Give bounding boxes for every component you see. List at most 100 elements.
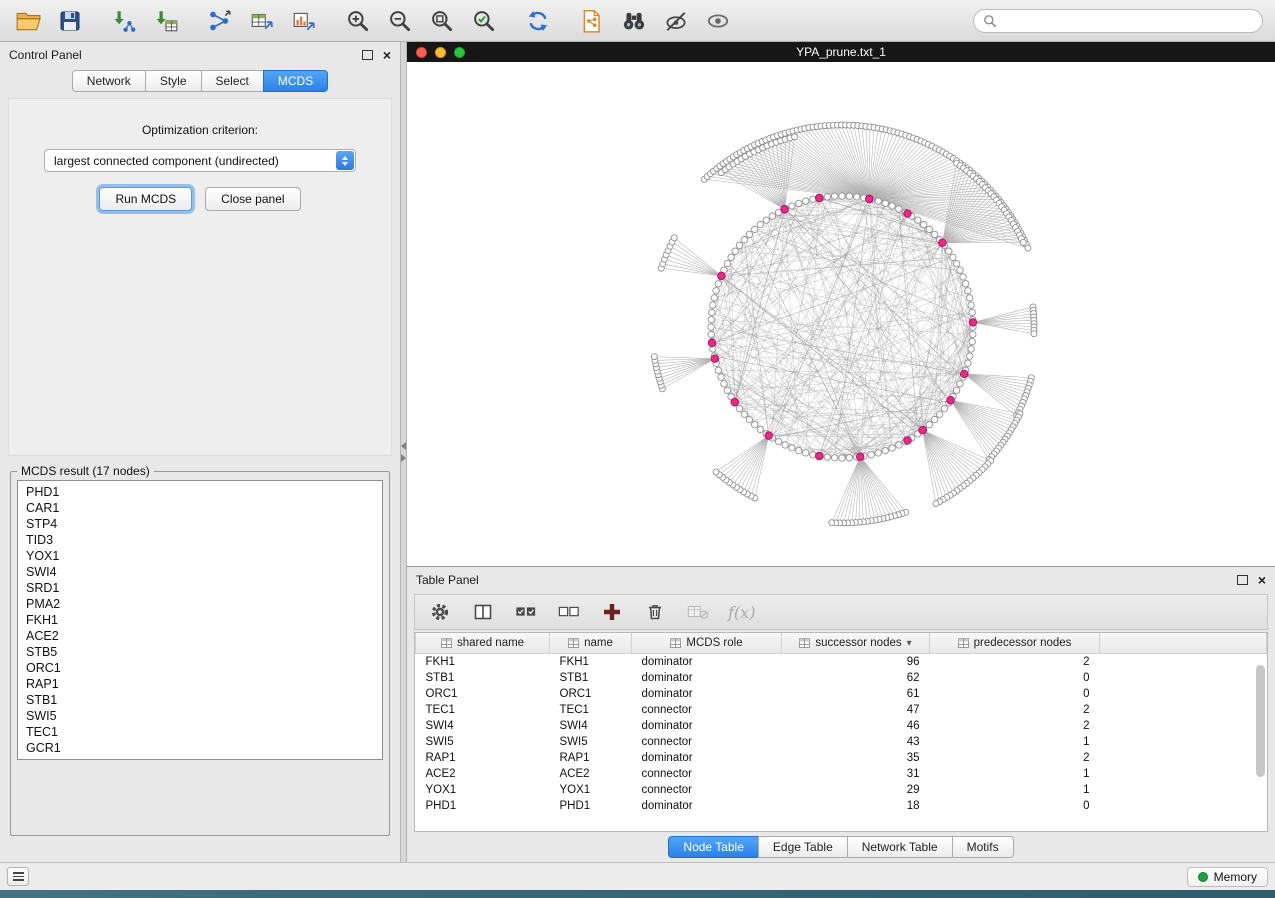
- find-button[interactable]: [618, 5, 650, 37]
- control-panel-tab[interactable]: Select: [201, 70, 264, 92]
- task-history-button[interactable]: [7, 867, 29, 886]
- cell-successor-nodes[interactable]: 31: [782, 766, 930, 782]
- mcds-result-item[interactable]: SWI4: [26, 564, 374, 580]
- scrollbar-thumb[interactable]: [1256, 665, 1265, 777]
- mcds-result-item[interactable]: STB1: [26, 692, 374, 708]
- panel-splitter[interactable]: [400, 42, 407, 862]
- close-panel-button[interactable]: Close panel: [205, 187, 300, 211]
- mcds-result-item[interactable]: STB5: [26, 644, 374, 660]
- cell-successor-nodes[interactable]: 62: [782, 670, 930, 686]
- cell-shared-name[interactable]: YOX1: [416, 782, 550, 798]
- cell-name[interactable]: SWI4: [550, 718, 632, 734]
- mcds-result-item[interactable]: RAP1: [26, 676, 374, 692]
- cell-predecessor-nodes[interactable]: 0: [930, 670, 1100, 686]
- cell-shared-name[interactable]: SWI5: [416, 734, 550, 750]
- open-file-button[interactable]: [12, 5, 44, 37]
- mcds-result-item[interactable]: SRD1: [26, 580, 374, 596]
- table-tab[interactable]: Network Table: [847, 836, 953, 858]
- cell-name[interactable]: RAP1: [550, 750, 632, 766]
- window-close-button[interactable]: [416, 47, 427, 58]
- table-row[interactable]: TEC1 TEC1 connector 47 2: [416, 702, 1267, 718]
- criterion-select[interactable]: largest connected component (undirected): [44, 149, 356, 172]
- export-table-button[interactable]: [246, 5, 278, 37]
- close-table-panel-icon[interactable]: ×: [1258, 573, 1266, 587]
- control-panel-tab[interactable]: Style: [145, 70, 202, 92]
- cell-shared-name[interactable]: FKH1: [416, 654, 550, 671]
- select-all-button[interactable]: [513, 599, 539, 625]
- cell-predecessor-nodes[interactable]: 1: [930, 782, 1100, 798]
- mcds-result-item[interactable]: TID3: [26, 532, 374, 548]
- collapse-right-icon[interactable]: [401, 454, 406, 462]
- table-scrollbar[interactable]: [1256, 657, 1265, 827]
- mcds-result-item[interactable]: GCR1: [26, 740, 374, 756]
- cell-predecessor-nodes[interactable]: 1: [930, 766, 1100, 782]
- table-settings-button[interactable]: [427, 599, 453, 625]
- table-tab[interactable]: Edge Table: [758, 836, 848, 858]
- control-panel-tab[interactable]: MCDS: [263, 70, 328, 92]
- cell-name[interactable]: TEC1: [550, 702, 632, 718]
- cell-successor-nodes[interactable]: 96: [782, 654, 930, 671]
- column-header-successor-nodes[interactable]: successor nodes▾: [782, 633, 930, 654]
- cell-name[interactable]: YOX1: [550, 782, 632, 798]
- cell-name[interactable]: SWI5: [550, 734, 632, 750]
- unselect-all-button[interactable]: [556, 599, 582, 625]
- cell-mcds-role[interactable]: dominator: [632, 718, 782, 734]
- mcds-result-item[interactable]: PMA2: [26, 596, 374, 612]
- zoom-in-button[interactable]: [342, 5, 374, 37]
- delete-column-button[interactable]: [642, 599, 668, 625]
- mcds-result-item[interactable]: ORC1: [26, 660, 374, 676]
- cell-predecessor-nodes[interactable]: 2: [930, 718, 1100, 734]
- graphics-details-button[interactable]: [660, 5, 692, 37]
- save-session-button[interactable]: [54, 5, 86, 37]
- cell-predecessor-nodes[interactable]: 2: [930, 702, 1100, 718]
- cell-name[interactable]: FKH1: [550, 654, 632, 671]
- search-input[interactable]: [1003, 13, 1253, 29]
- cell-successor-nodes[interactable]: 47: [782, 702, 930, 718]
- cell-predecessor-nodes[interactable]: 1: [930, 734, 1100, 750]
- mcds-result-item[interactable]: TEC1: [26, 724, 374, 740]
- window-minimize-button[interactable]: [435, 47, 446, 58]
- cell-predecessor-nodes[interactable]: 0: [930, 686, 1100, 702]
- cell-successor-nodes[interactable]: 61: [782, 686, 930, 702]
- table-row[interactable]: FKH1 FKH1 dominator 96 2: [416, 654, 1267, 671]
- window-maximize-button[interactable]: [454, 47, 465, 58]
- refresh-button[interactable]: [522, 5, 554, 37]
- cell-predecessor-nodes[interactable]: 2: [930, 654, 1100, 671]
- cell-name[interactable]: PHD1: [550, 798, 632, 814]
- mcds-result-item[interactable]: SWI5: [26, 708, 374, 724]
- collapse-left-icon[interactable]: [401, 442, 406, 450]
- cell-mcds-role[interactable]: dominator: [632, 750, 782, 766]
- cell-successor-nodes[interactable]: 43: [782, 734, 930, 750]
- cell-mcds-role[interactable]: connector: [632, 702, 782, 718]
- export-network-button[interactable]: [204, 5, 236, 37]
- column-header-name[interactable]: name: [550, 633, 632, 654]
- cell-mcds-role[interactable]: connector: [632, 782, 782, 798]
- cell-shared-name[interactable]: RAP1: [416, 750, 550, 766]
- cell-name[interactable]: ACE2: [550, 766, 632, 782]
- cell-shared-name[interactable]: TEC1: [416, 702, 550, 718]
- hide-column-button[interactable]: [685, 599, 711, 625]
- clone-document-button[interactable]: [576, 5, 608, 37]
- cell-successor-nodes[interactable]: 35: [782, 750, 930, 766]
- cell-mcds-role[interactable]: dominator: [632, 798, 782, 814]
- export-image-button[interactable]: [288, 5, 320, 37]
- cell-successor-nodes[interactable]: 46: [782, 718, 930, 734]
- table-row[interactable]: ORC1 ORC1 dominator 61 0: [416, 686, 1267, 702]
- mcds-result-item[interactable]: STP4: [26, 516, 374, 532]
- column-header-predecessor-nodes[interactable]: predecessor nodes: [930, 633, 1100, 654]
- column-header-mcds-role[interactable]: MCDS role: [632, 633, 782, 654]
- run-mcds-button[interactable]: Run MCDS: [99, 187, 192, 211]
- close-panel-icon[interactable]: ×: [383, 48, 391, 62]
- float-panel-icon[interactable]: [362, 50, 373, 60]
- cell-predecessor-nodes[interactable]: 0: [930, 798, 1100, 814]
- cell-mcds-role[interactable]: dominator: [632, 654, 782, 671]
- table-tab[interactable]: Motifs: [952, 836, 1014, 858]
- add-column-button[interactable]: [599, 599, 625, 625]
- mcds-result-list[interactable]: PHD1CAR1STP4TID3YOX1SWI4SRD1PMA2FKH1ACE2…: [17, 480, 383, 760]
- table-row[interactable]: YOX1 YOX1 connector 29 1: [416, 782, 1267, 798]
- cell-shared-name[interactable]: PHD1: [416, 798, 550, 814]
- import-network-button[interactable]: [108, 5, 140, 37]
- zoom-fit-button[interactable]: [426, 5, 458, 37]
- table-row[interactable]: SWI5 SWI5 connector 43 1: [416, 734, 1267, 750]
- table-row[interactable]: RAP1 RAP1 dominator 35 2: [416, 750, 1267, 766]
